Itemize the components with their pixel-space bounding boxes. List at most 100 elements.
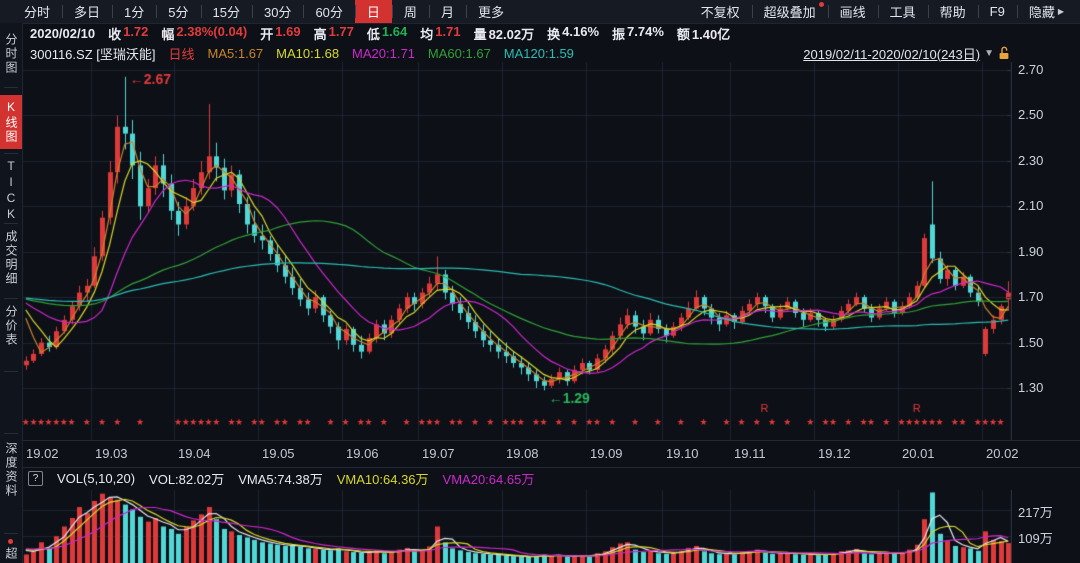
quote-amplitude-value: 7.74%: [627, 24, 664, 43]
sidebar-item-super[interactable]: 超: [0, 547, 22, 561]
y-axis-label: 1.50: [1018, 335, 1043, 350]
quote-close-label: 收: [108, 24, 121, 43]
date-range-selector[interactable]: 2019/02/11-2020/02/10(243日) ▼: [803, 44, 1080, 63]
tab-fenshi[interactable]: 分时: [12, 0, 62, 23]
tab-day-active[interactable]: 日: [355, 0, 392, 23]
stock-name: [坚瑞沃能]: [96, 47, 155, 62]
tab-30min[interactable]: 30分: [252, 0, 303, 23]
vma10-label: VMA10:64.36万: [337, 469, 429, 488]
quote-avg: 均1.71: [420, 24, 460, 43]
tab-week[interactable]: 周: [392, 0, 429, 23]
quote-turnover-value: 4.16%: [562, 24, 599, 43]
vma5-label: VMA5:74.38万: [238, 469, 323, 488]
tab-duori[interactable]: 多日: [62, 0, 112, 23]
tab-5min[interactable]: 5分: [156, 0, 200, 23]
stock-code: 300116.SZ: [30, 47, 93, 62]
y-axis-label: 2.50: [1018, 107, 1043, 122]
quote-volume-value: 82.02万: [489, 24, 535, 43]
x-axis-label: 19.10: [666, 446, 699, 461]
tab-60min[interactable]: 60分: [303, 0, 354, 23]
menu-draw-line-label: 画线: [840, 2, 866, 21]
menu-draw-line[interactable]: 画线: [828, 0, 878, 23]
x-axis-label: 19.02: [26, 446, 59, 461]
volume-header: ? VOL(5,10,20) VOL:82.02万 VMA5:74.38万 VM…: [22, 467, 1080, 490]
x-axis-label: 19.03: [95, 446, 128, 461]
x-axis-label: 19.06: [346, 446, 379, 461]
sidebar-item-depth-info[interactable]: 深度资料: [0, 442, 22, 498]
menu-tools-label: 工具: [890, 2, 916, 21]
quote-volume-label: 量: [474, 24, 487, 43]
sidebar-item-kline-chart[interactable]: K线图: [0, 95, 22, 149]
quote-amplitude-label: 振: [612, 24, 625, 43]
quote-amount-label: 额: [677, 24, 690, 43]
sidebar-item-trade-detail[interactable]: 成交明细: [0, 230, 22, 286]
sidebar-item-tick[interactable]: TICK: [0, 159, 22, 223]
tab-15min[interactable]: 15分: [201, 0, 252, 23]
volume-y-axis-label: 109万: [1018, 528, 1053, 547]
quote-avg-value: 1.71: [435, 24, 460, 43]
menu-help-label: 帮助: [940, 2, 966, 21]
sidebar-divider: [4, 371, 18, 372]
tab-1min[interactable]: 1分: [112, 0, 156, 23]
menu-no-adjust-label: 不复权: [701, 2, 740, 21]
quote-avg-label: 均: [420, 24, 433, 43]
unlock-icon[interactable]: [998, 46, 1010, 60]
trading-app-window: 分时 多日 1分 5分 15分 30分 60分 日 周 月 更多 不复权 超级叠…: [0, 0, 1080, 563]
sidebar-item-timeline-chart[interactable]: 分时图: [0, 33, 22, 75]
menu-tools[interactable]: 工具: [878, 0, 928, 23]
quote-open: 开1.69: [260, 24, 300, 43]
vol-value-label: VOL:82.02万: [149, 469, 224, 488]
ma60-label: MA60:1.67: [428, 46, 491, 61]
tab-month[interactable]: 月: [429, 0, 466, 23]
x-axis-label: 19.12: [818, 446, 851, 461]
menu-no-adjust[interactable]: 不复权: [689, 0, 752, 23]
x-axis-label: 20.02: [986, 446, 1019, 461]
ma120-label: MA120:1.59: [504, 46, 574, 61]
y-axis-label: 2.30: [1018, 153, 1043, 168]
y-axis-label: 2.70: [1018, 62, 1043, 77]
quote-change-value: 2.38%(0.04): [176, 24, 247, 43]
menu-hide[interactable]: 隐藏▶: [1017, 0, 1076, 23]
ma20-label: MA20:1.71: [352, 46, 415, 61]
sidebar: 分时图 K线图 TICK 成交明细 分价表 深度资料 超: [0, 23, 23, 563]
menu-f9[interactable]: F9: [978, 0, 1017, 23]
sidebar-divider: [4, 298, 18, 299]
quote-close-value: 1.72: [123, 24, 148, 43]
tab-more[interactable]: 更多: [466, 0, 516, 23]
notification-dot: [819, 2, 824, 7]
vma20-label: VMA20:64.65万: [443, 469, 535, 488]
y-axis-label: 2.10: [1018, 198, 1043, 213]
sidebar-divider: [4, 533, 18, 534]
quote-amplitude: 振7.74%: [612, 24, 664, 43]
period-label: 日线: [169, 44, 195, 63]
quote-close: 收1.72: [108, 24, 148, 43]
vol-indicator-label: VOL(5,10,20): [57, 471, 135, 486]
volume-canvas[interactable]: [22, 490, 1012, 563]
help-icon[interactable]: ?: [28, 471, 43, 486]
date-range-text: 2019/02/11-2020/02/10(243日): [803, 44, 980, 63]
quote-high-value: 1.77: [329, 24, 354, 43]
x-axis-label: 19.11: [734, 446, 766, 461]
sidebar-item-price-table[interactable]: 分价表: [0, 305, 22, 347]
y-axis-label: 1.90: [1018, 244, 1043, 259]
x-axis-label: 19.07: [422, 446, 455, 461]
sidebar-notification-dot: [8, 539, 13, 544]
quote-open-label: 开: [260, 24, 273, 43]
quote-amount-value: 1.40亿: [692, 24, 730, 43]
volume-y-axis-label: 217万: [1018, 502, 1053, 521]
quote-volume: 量82.02万: [474, 24, 535, 43]
menu-help[interactable]: 帮助: [928, 0, 978, 23]
menu-super-overlay[interactable]: 超级叠加: [752, 0, 828, 23]
menu-f9-label: F9: [990, 4, 1005, 19]
kline-canvas[interactable]: [22, 62, 1012, 440]
quote-low: 低1.64: [367, 24, 407, 43]
quote-high-label: 高: [314, 24, 327, 43]
chevron-right-icon: ▶: [1058, 7, 1064, 16]
quote-row: 2020/02/10 收1.72 幅2.38%(0.04) 开1.69 高1.7…: [22, 23, 1080, 44]
ma10-label: MA10:1.68: [276, 46, 339, 61]
quote-high: 高1.77: [314, 24, 354, 43]
chevron-down-icon: ▼: [984, 48, 994, 59]
y-axis-label: 1.70: [1018, 289, 1043, 304]
x-axis-label: 20.01: [902, 446, 935, 461]
ma5-label: MA5:1.67: [208, 46, 264, 61]
